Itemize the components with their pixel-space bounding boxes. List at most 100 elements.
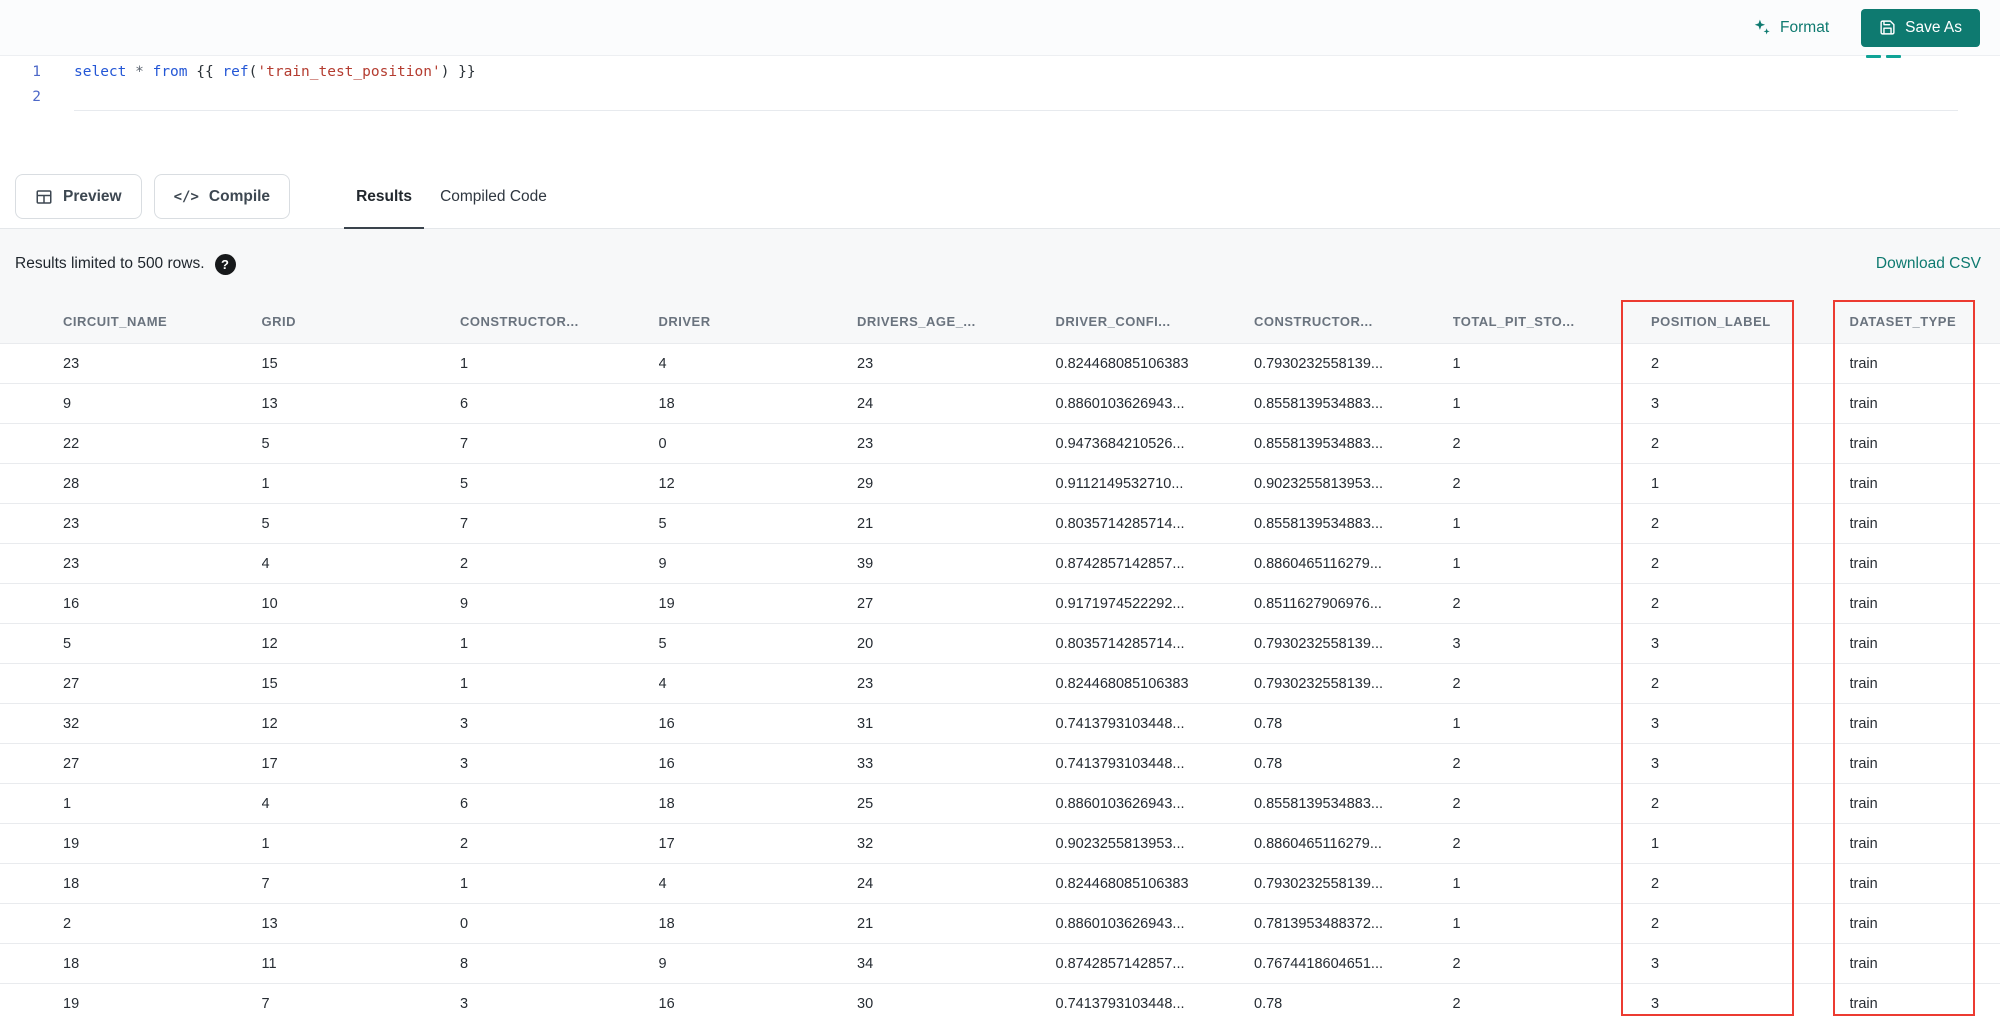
table-cell: 1	[1452, 395, 1461, 412]
code-area[interactable]: select * from {{ ref('train_test_positio…	[74, 60, 1958, 165]
code-token: 'train_test_position'	[257, 64, 441, 80]
table-cell: 13	[261, 915, 278, 932]
table-row: 32 12 3 16 31 0.7413793103448... 0.78 1 3 train	[0, 703, 2000, 743]
table-row: 23 5 7 5 21 0.8035714285714... 0.8558139534883…	[0, 503, 2000, 543]
table-cell: 17	[658, 835, 675, 852]
table-body: 23 15 1 4 23 0.824468085106383 0.7930232558139…	[0, 343, 2000, 1020]
table-cell: 0	[460, 915, 469, 932]
tab-compiled-code[interactable]: Compiled Code	[426, 165, 561, 229]
table-cell: 16	[658, 995, 675, 1012]
compile-button[interactable]: </> Compile	[153, 174, 291, 219]
table-cell: 2	[1452, 755, 1461, 772]
table-cell: 1	[460, 635, 469, 652]
table-cell: 1	[460, 355, 469, 372]
table-row: 16 10 9 19 27 0.9171974522292... 0.85116279069…	[0, 583, 2000, 623]
table-cell: 3	[1651, 755, 1660, 772]
actions-bar: Preview </> Compile Results Compiled Cod…	[0, 165, 2000, 230]
table-cell: train	[1849, 475, 1878, 492]
compile-label: Compile	[208, 187, 271, 205]
row-limit-notice: Results limited to 500 rows.	[15, 255, 205, 272]
table-row: 27 15 1 4 23 0.824468085106383 0.7930232558139…	[0, 663, 2000, 703]
table-cell: 4	[658, 675, 667, 692]
table-cell: 5	[460, 475, 469, 492]
table-cell: 20	[857, 635, 874, 652]
table-cell: 1	[460, 675, 469, 692]
code-token: }}	[449, 64, 476, 80]
table-cell: 19	[658, 595, 675, 612]
table-cell: train	[1849, 995, 1878, 1012]
table-cell: 24	[857, 395, 874, 412]
table-cell: 29	[857, 475, 874, 492]
column-header: DATASET_TYPE	[1849, 313, 1957, 329]
table-cell: 22	[63, 435, 80, 452]
table-cell: 28	[63, 475, 80, 492]
table-cell: 18	[658, 795, 675, 812]
table-cell: 3	[460, 715, 469, 732]
save-as-button[interactable]: Save As	[1861, 8, 1980, 47]
table-cell: 27	[63, 755, 80, 772]
table-cell: train	[1849, 955, 1878, 972]
table-cell: 9	[658, 555, 667, 572]
table-cell: 31	[857, 715, 874, 732]
sql-editor[interactable]: 1 2 select * from {{ ref('train_test_pos…	[0, 56, 2000, 165]
table-cell: 2	[1452, 475, 1461, 492]
table-cell: 2	[1452, 435, 1461, 452]
table-row: 9 13 6 18 24 0.8860103626943... 0.855813953488…	[0, 383, 2000, 423]
help-icon[interactable]: ?	[214, 253, 236, 275]
table-cell: 0	[658, 435, 667, 452]
format-label: Format	[1780, 18, 1830, 36]
table-cell: 1	[1452, 355, 1461, 372]
table-cell: train	[1849, 515, 1878, 532]
line-number-gutter: 1 2	[0, 60, 46, 165]
table-cell: 21	[857, 915, 874, 932]
column-header: GRID	[261, 313, 296, 329]
save-icon	[1879, 19, 1896, 36]
table-cell: 24	[857, 875, 874, 892]
table-cell: 3	[1651, 715, 1660, 732]
table-cell: 0.8511627906976...	[1254, 595, 1382, 612]
download-csv-link[interactable]: Download CSV	[1876, 255, 1981, 273]
table-cell: 15	[261, 355, 278, 372]
column-header: CIRCUIT_NAME	[63, 313, 168, 329]
table-cell: 1	[1651, 475, 1660, 492]
table-cell: 0.9023255813953...	[1055, 835, 1185, 852]
table-cell: 4	[261, 555, 270, 572]
table-cell: 18	[658, 395, 675, 412]
table-cell: 1	[460, 875, 469, 892]
table-cell: train	[1849, 795, 1878, 812]
table-cell: train	[1849, 595, 1878, 612]
table-cell: 33	[857, 755, 874, 772]
table-cell: 32	[63, 715, 80, 732]
table-cell: 3	[1651, 395, 1660, 412]
results-tabs: Results Compiled Code	[342, 165, 561, 230]
app-root: Format Save As 1 2 select * from {{ ref(…	[0, 0, 2000, 1020]
column-header: POSITION_LABEL	[1651, 313, 1771, 329]
table-cell: 2	[1452, 955, 1461, 972]
table-cell: 3	[460, 995, 469, 1012]
table-cell: 2	[63, 915, 72, 932]
table-cell: 0.9112149532710...	[1055, 475, 1184, 492]
table-cell: 0.7930232558139...	[1254, 355, 1384, 372]
save-as-underline-artifact	[1866, 55, 1901, 58]
table-cell: train	[1849, 675, 1878, 692]
table-row: 1 4 6 18 25 0.8860103626943... 0.8558139534883…	[0, 783, 2000, 823]
tab-results[interactable]: Results	[342, 165, 426, 230]
tab-compiled-code-label: Compiled Code	[440, 187, 547, 205]
table-cell: 23	[63, 355, 80, 372]
table-cell: 0.8035714285714...	[1055, 635, 1185, 652]
format-button[interactable]: Format	[1746, 17, 1835, 38]
table-cell: 0.9023255813953...	[1254, 475, 1384, 492]
table-cell: 27	[857, 595, 874, 612]
table-cell: 12	[261, 635, 278, 652]
table-cell: 19	[63, 995, 80, 1012]
table-cell: 1	[1452, 715, 1461, 732]
table-cell: train	[1849, 395, 1878, 412]
table-cell: 9	[460, 595, 469, 612]
table-cell: 34	[857, 955, 874, 972]
table-cell: 17	[261, 755, 278, 772]
table-cell: 3	[460, 755, 469, 772]
column-header: CONSTRUCTOR...	[460, 313, 579, 329]
sparkles-icon	[1752, 18, 1771, 37]
table-cell: 5	[261, 515, 270, 532]
preview-button[interactable]: Preview	[15, 174, 142, 219]
